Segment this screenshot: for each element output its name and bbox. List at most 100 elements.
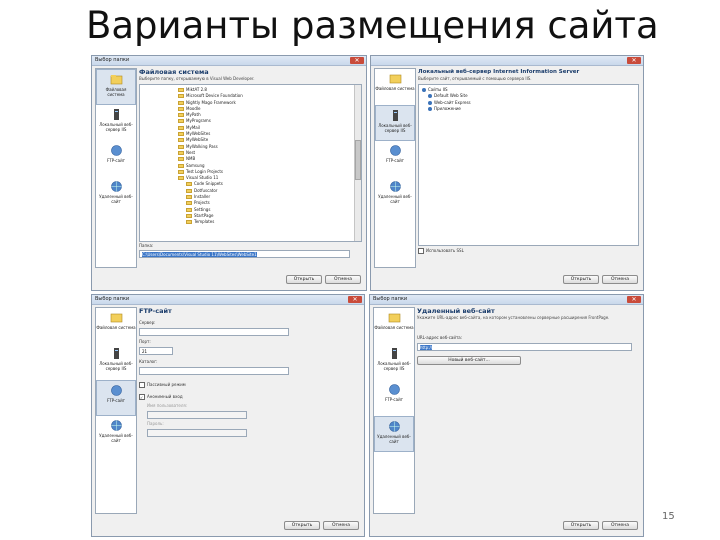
nav-item-file-system[interactable]: Файловая система [375,69,415,105]
nav-label: Удаленный веб-сайт [377,434,411,444]
nav-label: Удаленный веб-сайт [99,194,133,204]
nav-item-file-system[interactable]: Файловая система [374,308,414,344]
server-icon [392,110,398,121]
nav-item-remote[interactable]: Удаленный веб-сайт [374,416,414,452]
folder-icon [178,100,184,105]
tree-item-label: Test Login Projects [186,168,223,174]
ftp-icon [110,145,122,156]
nav-item-remote[interactable]: Удаленный веб-сайт [96,177,136,213]
folder-tree[interactable]: MiktAT 2.8 Microsoft Device Foundation Nig… [139,84,362,242]
dialog-ftp: Выбор папки ✕ Файловая система Локальный… [91,294,365,537]
folder-icon [178,113,184,118]
nav-item-ftp[interactable]: FTP-сайт [375,141,415,177]
nav-label: Файловая система [96,325,136,330]
nav-item-remote[interactable]: Удаленный веб-сайт [96,416,136,452]
nav-item-local-iis[interactable]: Локальный веб-сервер IIS [96,344,136,380]
nav-item-local-iis[interactable]: Локальный веб-сервер IIS [375,105,415,141]
tree-item-label: Templates [194,219,215,225]
nav-item-file-system[interactable]: Файловая система [96,69,136,105]
port-field[interactable]: 21 [139,347,173,355]
dir-field[interactable] [139,367,289,375]
user-field[interactable] [147,411,247,419]
tree-scrollbar[interactable] [354,85,361,241]
globe-icon [388,421,400,432]
nav-item-ftp[interactable]: FTP-сайт [96,141,136,177]
tree-item-label: MiktAT 2.8 [186,87,207,92]
cancel-button[interactable]: Отмена [602,521,638,530]
nav-item-remote[interactable]: Удаленный веб-сайт [375,177,415,213]
nav-item-local-iis[interactable]: Локальный веб-сервер IIS [96,105,136,141]
open-button[interactable]: Открыть [284,521,320,530]
scrollbar-thumb[interactable] [355,140,361,180]
url-field[interactable]: http:// [417,343,632,351]
pass-field[interactable] [147,429,247,437]
tree-item-label: MyWalking Pass [186,143,218,149]
cancel-button[interactable]: Отмена [602,275,638,284]
globe-icon [110,181,122,192]
folder-icon [178,125,184,130]
folder-icon [178,169,184,174]
close-button[interactable]: ✕ [348,296,362,303]
url-label: URL-адрес веб-сайта: [417,335,463,340]
nav-label: FTP-сайт [385,158,405,163]
dialog-titlebar: Выбор папки ✕ [92,295,364,305]
passive-option[interactable]: Пассивный режим [139,382,186,388]
tree-item[interactable]: Приложение [422,106,471,112]
folder-icon [186,188,192,193]
tree-item-label: Moodle [186,105,201,111]
server-field[interactable] [139,328,289,336]
nav-item-ftp[interactable]: FTP-сайт [96,380,136,416]
passive-checkbox[interactable] [139,382,145,388]
location-nav: Файловая система Локальный веб-сервер II… [95,68,137,268]
ssl-option[interactable]: Использовать SSL [418,248,464,254]
nav-item-file-system[interactable]: Файловая система [96,308,136,344]
tree-item-label: StartPage [194,212,214,218]
iis-tree[interactable]: Сайты IIS Default Web Site Web-сайт Expr… [418,84,639,246]
nav-label: FTP-сайт [106,398,126,403]
file-system-icon [388,313,400,323]
tree-item-label: NMB [186,156,196,162]
tree-item-label: Projects [194,200,210,206]
folder-icon [178,132,184,137]
cancel-button[interactable]: Отмена [323,521,359,530]
anon-checkbox[interactable]: ✓ [139,394,145,400]
close-button[interactable]: ✕ [350,57,364,64]
close-button[interactable]: ✕ [627,296,641,303]
open-button[interactable]: Открыть [563,275,599,284]
folder-icon [186,195,192,200]
open-button[interactable]: Открыть [563,521,599,530]
nav-item-local-iis[interactable]: Локальный веб-сервер IIS [374,344,414,380]
folder-icon [178,119,184,124]
folder-icon [186,220,192,225]
folder-icon [178,163,184,168]
iis-icon [422,88,426,92]
port-label: Порт: [139,339,151,344]
anon-option[interactable]: ✓ Анонимный вход [139,394,183,400]
folder-icon [186,201,192,206]
location-nav: Файловая система Локальный веб-сервер II… [373,307,415,514]
open-button[interactable]: Открыть [286,275,322,284]
user-label: Имя пользователя: [147,403,188,408]
ssl-checkbox[interactable] [418,248,424,254]
path-field[interactable]: C:\Users\Documents\Visual Studio 11\WebS… [139,250,350,258]
folder-icon [178,176,184,181]
dialog-local-iis: ✕ Файловая система Локальный веб-сервер … [370,55,644,291]
pass-label: Пароль: [147,421,164,426]
content-pane: FTP-сайт Сервер: Порт: 21 Каталог: Пасси… [139,307,360,514]
nav-item-ftp[interactable]: FTP-сайт [374,380,414,416]
new-site-button[interactable]: Новый веб-сайт... [417,356,521,365]
tree-item-label: Installer [194,194,211,200]
tree-item[interactable]: Templates [178,219,243,225]
tree-item-label: MyPrograms [186,118,211,124]
close-button[interactable]: ✕ [627,57,641,64]
nav-label: FTP-сайт [384,397,404,402]
folder-icon [178,94,184,99]
site-icon [428,106,432,111]
ftp-icon [388,384,400,395]
cancel-button[interactable]: Отмена [325,275,361,284]
dialog-title: Выбор папки [95,296,130,302]
tree-item-label: Visual Studio 11 [186,175,219,181]
content-pane: Файловая система Выберите папку, открыва… [139,68,362,268]
file-system-icon [110,75,122,85]
dialog-titlebar: Выбор папки ✕ [92,56,366,66]
